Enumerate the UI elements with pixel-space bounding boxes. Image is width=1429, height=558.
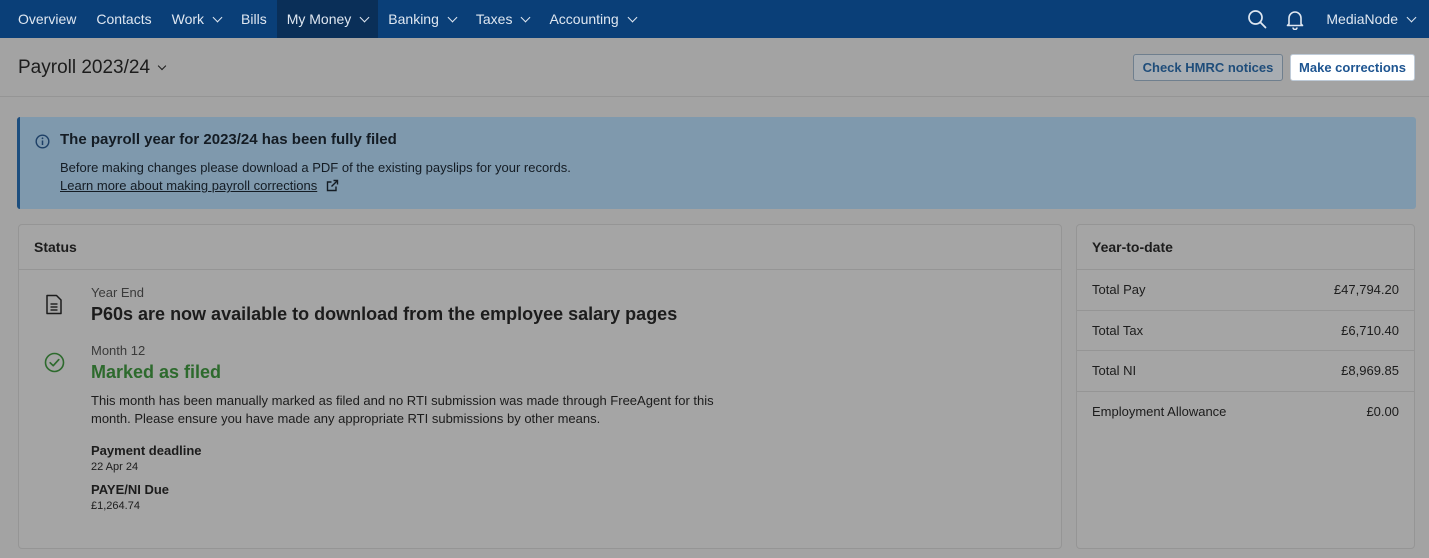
nav-item-label: Work (171, 11, 205, 27)
info-banner: The payroll year for 2023/24 has been fu… (17, 117, 1416, 209)
ytd-row-employment-allowance: Employment Allowance £0.00 (1077, 392, 1414, 433)
search-icon[interactable] (1238, 0, 1276, 38)
document-icon (45, 294, 63, 320)
payroll-corrections-link[interactable]: Learn more about making payroll correcti… (60, 178, 339, 193)
chevron-down-icon (627, 12, 638, 22)
make-corrections-button[interactable]: Make corrections (1290, 54, 1415, 81)
chevron-down-icon (157, 61, 167, 71)
month-description: This month has been manually marked as f… (91, 393, 714, 426)
ytd-row-value: £0.00 (1366, 404, 1399, 420)
info-icon (35, 134, 50, 154)
user-name: MediaNode (1326, 11, 1398, 27)
check-hmrc-notices-button[interactable]: Check HMRC notices (1133, 54, 1283, 81)
year-end-heading: P60s are now available to download from … (91, 304, 678, 324)
ytd-row-total-tax: Total Tax £6,710.40 (1077, 311, 1414, 351)
month-heading: Marked as filed (91, 362, 222, 382)
year-end-label: Year End (91, 285, 145, 300)
nav-item-work[interactable]: Work (162, 0, 231, 38)
chevron-down-icon (447, 12, 458, 22)
ytd-row-value: £47,794.20 (1333, 282, 1399, 298)
year-to-date-panel: Year-to-date Total Pay £47,794.20 Total … (1076, 224, 1415, 549)
ytd-panel-title: Year-to-date (1077, 225, 1414, 270)
external-link-icon (326, 179, 339, 192)
nav-item-label: Banking (388, 11, 439, 27)
chevron-down-icon (359, 12, 370, 22)
ytd-row-label: Employment Allowance (1092, 404, 1227, 420)
top-nav: Overview Contacts Work Bills My Money Ba… (0, 0, 1429, 38)
nav-item-banking[interactable]: Banking (378, 0, 466, 38)
check-circle-icon (44, 352, 65, 378)
page-title: Payroll 2023/24 (18, 57, 151, 78)
nav-item-contacts[interactable]: Contacts (86, 0, 161, 38)
paye-ni-due-value: £1,264.74 (91, 500, 140, 512)
ytd-row-value: £8,969.85 (1341, 363, 1399, 379)
nav-item-overview[interactable]: Overview (0, 0, 86, 38)
nav-item-label: Bills (241, 11, 267, 27)
chevron-down-icon (1406, 12, 1417, 22)
nav-item-accounting[interactable]: Accounting (539, 0, 645, 38)
status-panel-title: Status (19, 225, 1061, 270)
nav-item-label: Taxes (475, 11, 513, 27)
nav-item-label: Contacts (96, 11, 152, 27)
ytd-row-value: £6,710.40 (1341, 322, 1399, 338)
paye-ni-due-label: PAYE/NI Due (91, 482, 170, 497)
nav-item-label: Accounting (549, 11, 619, 27)
bell-icon[interactable] (1276, 0, 1314, 38)
nav-item-label: Overview (18, 11, 77, 27)
nav-item-my-money[interactable]: My Money (276, 0, 379, 38)
nav-item-bills[interactable]: Bills (231, 0, 277, 38)
nav-right: MediaNode (1238, 0, 1429, 38)
payment-deadline-value: 22 Apr 24 (91, 461, 139, 473)
banner-title: The payroll year for 2023/24 has been fu… (60, 131, 397, 148)
chevron-down-icon (521, 12, 531, 22)
page-header: Payroll 2023/24 Check HMRC notices Make … (0, 38, 1429, 97)
payroll-year-selector[interactable]: Payroll 2023/24 (18, 57, 167, 79)
ytd-row-label: Total Pay (1092, 282, 1146, 298)
banner-link-label: Learn more about making payroll correcti… (60, 178, 318, 193)
nav-item-taxes[interactable]: Taxes (466, 0, 540, 38)
nav-item-label: My Money (286, 11, 352, 27)
ytd-row-label: Total NI (1092, 363, 1137, 379)
user-menu[interactable]: MediaNode (1314, 11, 1429, 27)
ytd-row-total-pay: Total Pay £47,794.20 (1077, 270, 1414, 311)
ytd-row-total-ni: Total NI £8,969.85 (1077, 351, 1414, 392)
status-panel: Status Year End P60s are now available t… (18, 224, 1062, 549)
payment-deadline-label: Payment deadline (91, 443, 202, 458)
ytd-row-label: Total Tax (1092, 322, 1144, 338)
month-label: Month 12 (91, 343, 146, 358)
banner-text: Before making changes please download a … (60, 160, 571, 175)
chevron-down-icon (212, 12, 223, 22)
